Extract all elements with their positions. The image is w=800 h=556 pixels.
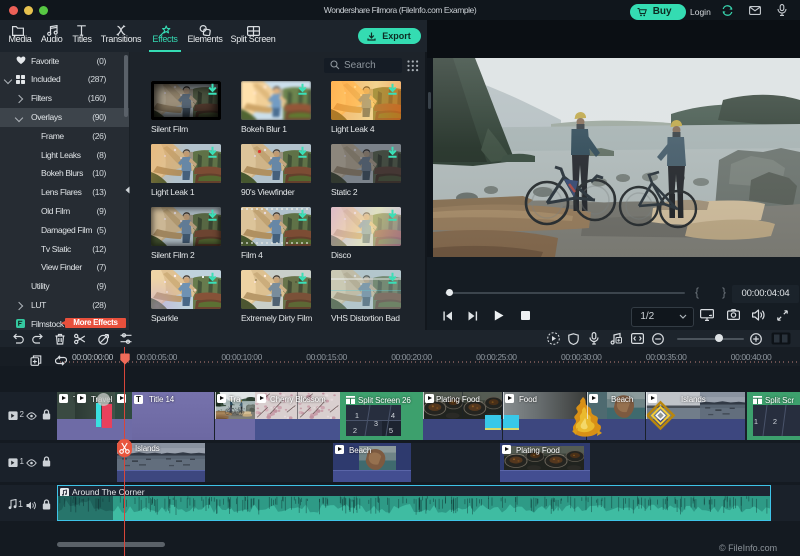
svg-text:1: 1 [753, 417, 757, 426]
svg-text:4: 4 [390, 411, 394, 420]
svg-text:3: 3 [373, 419, 377, 428]
svg-text:5: 5 [388, 426, 392, 435]
svg-text:2: 2 [772, 417, 776, 426]
svg-text:2: 2 [352, 426, 356, 435]
svg-text:1: 1 [354, 411, 358, 420]
